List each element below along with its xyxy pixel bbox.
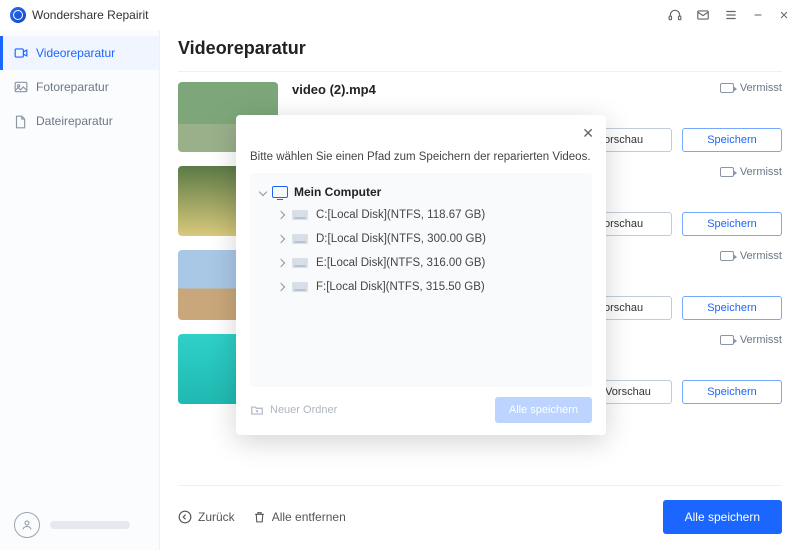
- back-arrow-icon: [178, 510, 192, 524]
- tree-item-drive[interactable]: D:[Local Disk](NTFS, 300.00 GB): [254, 227, 588, 251]
- camera-icon: [720, 167, 734, 177]
- missing-label: Vermisst: [740, 82, 782, 94]
- camera-icon: [720, 251, 734, 261]
- camera-icon: [720, 83, 734, 93]
- chevron-right-icon: [277, 259, 285, 267]
- folder-plus-icon: [250, 404, 264, 416]
- chevron-right-icon: [277, 283, 285, 291]
- tree-root[interactable]: Mein Computer: [254, 181, 588, 203]
- back-button[interactable]: Zurück: [178, 510, 235, 524]
- remove-all-button[interactable]: Alle entfernen: [253, 510, 346, 524]
- hamburger-icon[interactable]: [724, 8, 738, 22]
- chevron-right-icon: [277, 235, 285, 243]
- avatar-icon[interactable]: [14, 512, 40, 538]
- tree-item-drive[interactable]: E:[Local Disk](NTFS, 316.00 GB): [254, 251, 588, 275]
- sidebar-item-photo-repair[interactable]: Fotoreparatur: [0, 70, 159, 104]
- new-folder-button[interactable]: Neuer Ordner: [250, 404, 337, 416]
- missing-label: Vermisst: [740, 250, 782, 262]
- mail-icon[interactable]: [696, 8, 710, 22]
- minimize-icon[interactable]: [752, 9, 764, 21]
- disk-icon: [292, 234, 308, 244]
- save-button[interactable]: Speichern: [682, 128, 782, 152]
- sidebar-item-label: Dateireparatur: [36, 114, 113, 128]
- sidebar-item-label: Videoreparatur: [36, 46, 115, 60]
- save-button[interactable]: Speichern: [682, 212, 782, 236]
- video-icon: [14, 47, 28, 59]
- app-title: Wondershare Repairit: [32, 8, 149, 22]
- save-all-dialog-button[interactable]: Alle speichern: [495, 397, 592, 423]
- save-all-button[interactable]: Alle speichern: [663, 500, 782, 534]
- disk-icon: [292, 258, 308, 268]
- save-button[interactable]: Speichern: [682, 296, 782, 320]
- user-placeholder: [50, 521, 130, 529]
- close-window-icon[interactable]: [778, 9, 790, 21]
- app-logo: [10, 7, 26, 23]
- close-icon[interactable]: ✕: [582, 125, 594, 142]
- tree-item-drive[interactable]: C:[Local Disk](NTFS, 118.67 GB): [254, 203, 588, 227]
- missing-label: Vermisst: [740, 334, 782, 346]
- file-name: video (2).mp4: [292, 82, 548, 97]
- chevron-down-icon: [259, 188, 267, 196]
- computer-icon: [272, 186, 288, 198]
- save-location-dialog: ✕ Bitte wählen Sie einen Pfad zum Speich…: [236, 115, 606, 435]
- save-button[interactable]: Speichern: [682, 380, 782, 404]
- disk-icon: [292, 210, 308, 220]
- document-icon: [14, 115, 28, 127]
- camera-icon: [720, 335, 734, 345]
- missing-label: Vermisst: [740, 166, 782, 178]
- disk-icon: [292, 282, 308, 292]
- headset-icon[interactable]: [668, 8, 682, 22]
- dialog-instruction: Bitte wählen Sie einen Pfad zum Speicher…: [250, 151, 592, 163]
- image-icon: [14, 81, 28, 93]
- tree-item-drive[interactable]: F:[Local Disk](NTFS, 315.50 GB): [254, 275, 588, 299]
- trash-icon: [253, 510, 266, 524]
- page-title: Videoreparatur: [178, 30, 782, 72]
- sidebar-item-label: Fotoreparatur: [36, 80, 109, 94]
- sidebar-item-file-repair[interactable]: Dateireparatur: [0, 104, 159, 138]
- chevron-right-icon: [277, 211, 285, 219]
- sidebar-item-video-repair[interactable]: Videoreparatur: [0, 36, 159, 70]
